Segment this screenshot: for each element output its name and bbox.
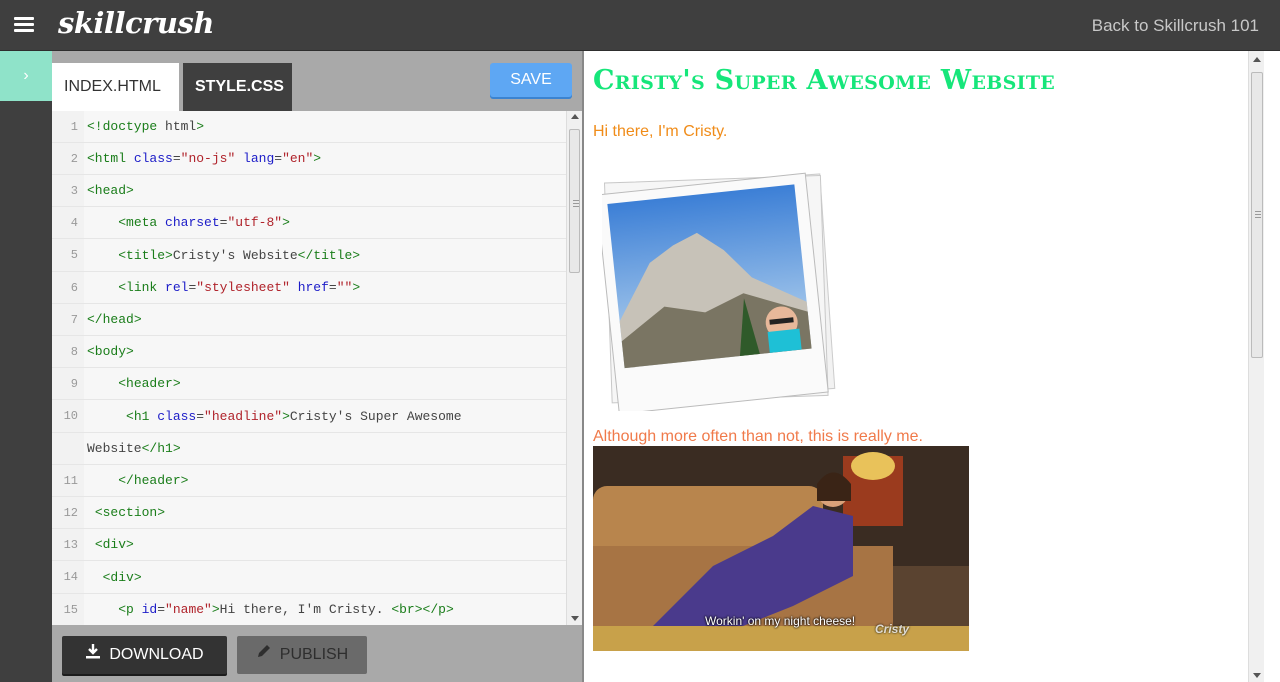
line-number: 1: [70, 120, 78, 134]
tab-style-css[interactable]: STYLE.CSS: [183, 63, 292, 111]
code-text[interactable]: <meta charset="utf-8">: [87, 207, 290, 239]
code-scrollbar[interactable]: [566, 111, 582, 625]
code-line[interactable]: 1 <!doctype html>: [52, 111, 566, 143]
code-line[interactable]: 4 <meta charset="utf-8">: [52, 207, 566, 239]
code-line[interactable]: Website</h1>: [52, 433, 566, 465]
publish-button[interactable]: PUBLISH: [237, 636, 367, 674]
tab-index-html[interactable]: INDEX.HTML: [52, 63, 179, 111]
download-button[interactable]: DOWNLOAD: [62, 636, 227, 674]
code-line[interactable]: 10 <h1 class="headline">Cristy's Super A…: [52, 400, 566, 433]
code-line[interactable]: 8 <body>: [52, 336, 566, 368]
code-text[interactable]: <div>: [87, 529, 134, 561]
save-button[interactable]: SAVE: [490, 63, 572, 97]
line-number: 6: [70, 281, 78, 295]
scroll-up-arrow-icon[interactable]: [571, 114, 579, 119]
preview-scrollbar[interactable]: [1248, 51, 1264, 682]
publish-label: PUBLISH: [279, 646, 349, 663]
code-line[interactable]: 6 <link rel="stylesheet" href="">: [52, 272, 566, 304]
download-label: DOWNLOAD: [109, 646, 204, 663]
code-line[interactable]: 12 <section>: [52, 497, 566, 529]
code-editor-panel: INDEX.HTML STYLE.CSS SAVE 1 <!doctype htm…: [52, 51, 582, 682]
scroll-up-arrow-icon[interactable]: [1253, 57, 1261, 62]
line-number: 15: [63, 603, 78, 617]
line-number: 14: [63, 570, 78, 584]
code-area[interactable]: 1 <!doctype html> 2 <html class="no-js" lan…: [52, 111, 582, 625]
scroll-down-arrow-icon[interactable]: [571, 616, 579, 621]
line-number: 13: [63, 538, 78, 552]
line-number: 4: [70, 216, 78, 230]
line-number: 9: [70, 377, 78, 391]
code-line[interactable]: 14 <div>: [52, 561, 566, 594]
line-number: 7: [70, 313, 78, 327]
line-number: 11: [63, 474, 78, 488]
line-number: 3: [70, 184, 78, 198]
hamburger-menu-icon[interactable]: [14, 17, 34, 33]
code-text[interactable]: <title>Cristy's Website</title>: [87, 239, 360, 272]
code-line[interactable]: 9 <header>: [52, 368, 566, 400]
code-line[interactable]: 2 <html class="no-js" lang="en">: [52, 143, 566, 175]
code-text[interactable]: <section>: [87, 497, 165, 529]
code-text[interactable]: <body>: [87, 336, 134, 368]
gif-subtitle: Workin' on my night cheese!: [705, 614, 856, 628]
scroll-down-arrow-icon[interactable]: [1253, 673, 1261, 678]
code-text[interactable]: <head>: [87, 175, 134, 207]
preview-caption: Although more often than not, this is re…: [593, 428, 923, 445]
line-number: 12: [63, 506, 78, 520]
code-text[interactable]: <header>: [87, 368, 180, 400]
scrollbar-thumb[interactable]: [569, 129, 580, 273]
code-line[interactable]: 11 </header>: [52, 465, 566, 497]
left-rail: ›: [0, 51, 52, 682]
code-line[interactable]: 15 <p id="name">Hi there, I'm Cristy. <b…: [52, 594, 566, 625]
polaroid-photo: [595, 161, 837, 415]
code-text[interactable]: <link rel="stylesheet" href="">: [87, 272, 360, 304]
line-number: 10: [63, 409, 78, 423]
line-number: 2: [70, 152, 78, 166]
line-number: 5: [70, 248, 78, 262]
editor-bottom-bar: DOWNLOAD PUBLISH: [52, 625, 582, 682]
code-text[interactable]: <div>: [87, 561, 142, 594]
code-text[interactable]: </head>: [87, 304, 142, 336]
pencil-icon: [256, 636, 272, 674]
download-icon: [85, 636, 101, 674]
top-bar: skillcrush Back to Skillcrush 101: [0, 0, 1280, 51]
gif-watermark: Cristy: [875, 622, 910, 636]
code-text[interactable]: <p id="name">Hi there, I'm Cristy. <br><…: [87, 594, 454, 625]
back-to-course-link[interactable]: Back to Skillcrush 101: [1092, 16, 1259, 36]
code-line[interactable]: 3 <head>: [52, 175, 566, 207]
skillcrush-logo[interactable]: skillcrush: [58, 6, 214, 40]
preview-headline: Cristy's Super Awesome Website: [593, 65, 1056, 96]
code-text[interactable]: <!doctype html>: [87, 111, 204, 143]
scrollbar-thumb[interactable]: [1251, 72, 1263, 358]
code-text[interactable]: </header>: [87, 465, 188, 497]
code-text[interactable]: <h1 class="headline">Cristy's Super Awes…: [87, 400, 462, 433]
code-line[interactable]: 5 <title>Cristy's Website</title>: [52, 239, 566, 272]
preview-greeting: Hi there, I'm Cristy.: [593, 123, 728, 140]
code-line[interactable]: 7 </head>: [52, 304, 566, 336]
code-line[interactable]: 13 <div>: [52, 529, 566, 561]
code-text[interactable]: Website</h1>: [87, 433, 181, 465]
preview-gif-image: Workin' on my night cheese! Cristy: [593, 446, 969, 651]
expand-panel-button[interactable]: ›: [0, 51, 52, 101]
website-preview: Cristy's Super Awesome Website Hi there,…: [582, 51, 1280, 682]
code-text[interactable]: <html class="no-js" lang="en">: [87, 143, 321, 175]
line-number: 8: [70, 345, 78, 359]
